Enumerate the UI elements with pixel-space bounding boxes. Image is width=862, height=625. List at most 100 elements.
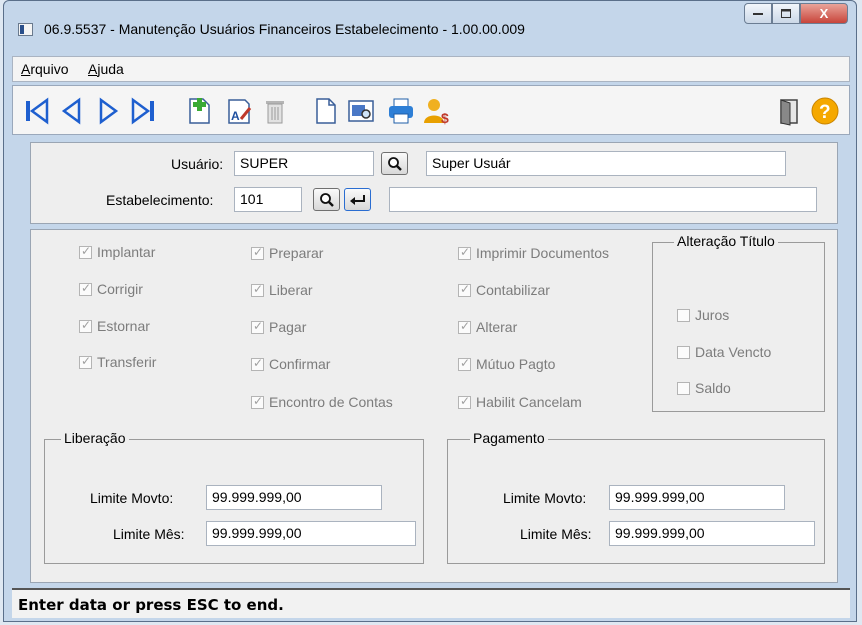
previous-record-icon[interactable] <box>55 95 87 127</box>
minimize-button[interactable] <box>744 3 772 24</box>
checkbox-box <box>79 281 92 296</box>
search-icon <box>387 156 402 171</box>
svg-text:A: A <box>231 109 240 123</box>
delete-record-icon[interactable] <box>259 95 291 127</box>
svg-text:?: ? <box>819 102 831 123</box>
pagamento-mes-label: Limite Mês: <box>520 526 592 542</box>
checkbox-label: Data Vencto <box>695 344 772 360</box>
checkbox-box <box>79 318 92 333</box>
menu-arquivo[interactable]: Arquivo <box>21 61 68 77</box>
checkbox-box <box>458 356 471 371</box>
checkbox-label: Habilit Cancelam <box>476 394 582 410</box>
application-window: 06.9.5537 - Manutenção Usuários Financei… <box>3 0 857 622</box>
checkbox-transferir[interactable]: Transferir <box>79 354 156 370</box>
edit-record-icon[interactable]: A <box>223 95 255 127</box>
liberacao-movto-label: Limite Movto: <box>90 490 174 506</box>
checkbox-box <box>677 308 690 322</box>
close-button[interactable]: X <box>800 3 848 24</box>
pagamento-group: Pagamento Limite Movto: 99.999.999,00 Li… <box>447 430 825 564</box>
checkbox-label: Encontro de Contas <box>269 394 393 410</box>
menu-ajuda[interactable]: Ajuda <box>88 61 124 77</box>
pagamento-title: Pagamento <box>470 430 548 446</box>
checkbox-box <box>251 319 264 334</box>
checkbox-alterar[interactable]: Alterar <box>458 319 517 335</box>
checkbox-contabilizar[interactable]: Contabilizar <box>458 282 550 298</box>
checkbox-label: Mútuo Pagto <box>476 356 556 372</box>
checkbox-box <box>458 282 471 297</box>
checkbox-label: Alterar <box>476 319 518 335</box>
checkbox-liberar[interactable]: Liberar <box>251 282 313 298</box>
checkbox-label: Confirmar <box>269 356 331 372</box>
title-bar[interactable]: 06.9.5537 - Manutenção Usuários Financei… <box>4 1 856 53</box>
checkbox-box <box>251 282 264 297</box>
app-icon <box>18 23 33 36</box>
checkbox-implantar[interactable]: Implantar <box>79 244 155 260</box>
print-icon[interactable] <box>385 95 417 127</box>
checkbox-box <box>677 381 690 395</box>
first-record-icon[interactable] <box>21 95 53 127</box>
maximize-button[interactable] <box>772 3 800 24</box>
window-title: 06.9.5537 - Manutenção Usuários Financei… <box>44 21 525 37</box>
checkbox-pagar[interactable]: Pagar <box>251 319 306 335</box>
window-controls: X <box>744 3 848 24</box>
checkbox-data-vencto[interactable]: Data Vencto <box>677 344 771 360</box>
checkbox-label: Corrigir <box>97 281 143 297</box>
liberacao-mes-label: Limite Mês: <box>113 526 185 542</box>
pagamento-mes-input[interactable]: 99.999.999,00 <box>609 521 815 546</box>
checkbox-box <box>677 345 690 359</box>
last-record-icon[interactable] <box>127 95 159 127</box>
checkbox-encontro-contas[interactable]: Encontro de Contas <box>251 394 393 410</box>
checkbox-mutuo-pagto[interactable]: Mútuo Pagto <box>458 356 555 372</box>
new-document-icon[interactable] <box>309 95 341 127</box>
liberacao-movto-input[interactable]: 99.999.999,00 <box>206 485 382 510</box>
checkbox-label: Juros <box>695 307 730 323</box>
maximize-icon <box>781 9 791 18</box>
checkbox-box <box>458 245 471 260</box>
status-message: Enter data or press ESC to end. <box>18 596 284 614</box>
checkbox-label: Transferir <box>97 354 157 370</box>
svg-text:$: $ <box>441 110 449 126</box>
checkbox-label: Implantar <box>97 244 156 260</box>
usuario-label: Usuário: <box>171 156 224 172</box>
checkbox-box <box>458 319 471 334</box>
checkbox-imprimir-documentos[interactable]: Imprimir Documentos <box>458 245 609 261</box>
usuario-search-button[interactable] <box>381 152 408 175</box>
user-finance-icon[interactable]: $ <box>421 95 453 127</box>
permissions-panel: Implantar Corrigir Estornar Transferir P… <box>30 229 838 583</box>
alteracao-titulo-group: Alteração Título Juros Data Vencto Saldo <box>652 233 825 412</box>
checkbox-box <box>79 354 92 369</box>
add-record-icon[interactable] <box>183 95 215 127</box>
exit-door-icon[interactable] <box>773 95 805 127</box>
menu-bar: Arquivo Ajuda <box>12 56 850 82</box>
liberacao-mes-input[interactable]: 99.999.999,00 <box>206 521 416 546</box>
checkbox-label: Imprimir Documentos <box>476 245 610 261</box>
checkbox-estornar[interactable]: Estornar <box>79 318 150 334</box>
next-record-icon[interactable] <box>93 95 125 127</box>
header-panel: Usuário: SUPER Super Usuár Estabelecimen… <box>30 142 838 224</box>
estabelecimento-search-button[interactable] <box>313 188 340 211</box>
alteracao-titulo-title: Alteração Título <box>674 233 778 249</box>
estabelecimento-desc-field <box>389 187 817 212</box>
checkbox-juros[interactable]: Juros <box>677 307 729 323</box>
usuario-code-input[interactable]: SUPER <box>234 151 374 176</box>
checkbox-corrigir[interactable]: Corrigir <box>79 281 143 297</box>
checkbox-saldo[interactable]: Saldo <box>677 380 731 396</box>
estabelecimento-enter-button[interactable] <box>344 188 371 211</box>
help-icon[interactable]: ? <box>809 95 841 127</box>
checkbox-box <box>251 245 264 260</box>
enter-icon <box>349 194 365 205</box>
estabelecimento-code-input[interactable]: 101 <box>234 187 302 212</box>
preview-icon[interactable] <box>345 95 377 127</box>
estabelecimento-label: Estabelecimento: <box>106 192 214 208</box>
checkbox-label: Liberar <box>269 282 313 298</box>
checkbox-label: Saldo <box>695 380 731 396</box>
checkbox-box <box>458 394 471 409</box>
minimize-icon <box>753 12 763 15</box>
checkbox-habilit-cancelam[interactable]: Habilit Cancelam <box>458 394 582 410</box>
checkbox-box <box>251 356 264 371</box>
checkbox-confirmar[interactable]: Confirmar <box>251 356 330 372</box>
checkbox-label: Preparar <box>269 245 324 261</box>
pagamento-movto-input[interactable]: 99.999.999,00 <box>609 485 785 510</box>
toolbar: A $ ? <box>12 85 850 135</box>
checkbox-preparar[interactable]: Preparar <box>251 245 323 261</box>
